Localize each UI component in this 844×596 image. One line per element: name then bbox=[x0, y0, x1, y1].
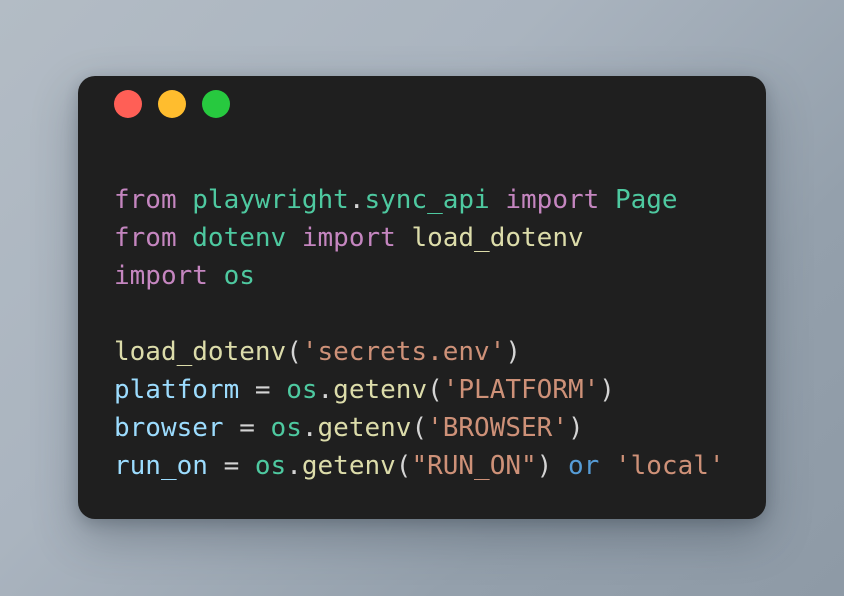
code-token: os bbox=[286, 375, 318, 405]
code-token: import bbox=[301, 223, 396, 253]
window-titlebar bbox=[78, 76, 230, 132]
code-token: browser bbox=[114, 413, 224, 443]
code-token: "RUN_ON" bbox=[411, 451, 537, 481]
code-token: Page bbox=[614, 185, 678, 215]
code-line: platform = os.getenv('PLATFORM') bbox=[114, 371, 756, 409]
code-token: load_dotenv bbox=[114, 337, 287, 367]
code-token: import bbox=[114, 261, 208, 291]
code-token: or bbox=[567, 451, 600, 481]
code-token: . bbox=[301, 413, 318, 443]
code-token: 'secrets.env' bbox=[301, 337, 506, 367]
code-token: platform bbox=[114, 375, 240, 405]
code-token: = bbox=[239, 413, 255, 443]
code-token: ( bbox=[427, 375, 443, 405]
code-token: dotenv bbox=[192, 223, 287, 253]
code-token: run_on bbox=[114, 451, 208, 481]
code-token: 'BROWSER' bbox=[427, 413, 568, 443]
code-token: getenv bbox=[317, 413, 412, 443]
code-snippet-card: from playwright.sync_api import Page from… bbox=[78, 76, 766, 519]
code-token: ) bbox=[536, 451, 553, 481]
code-token: = bbox=[223, 451, 240, 481]
code-token: . bbox=[348, 185, 365, 215]
code-token: ( bbox=[411, 413, 428, 443]
code-line: from playwright.sync_api import Page bbox=[114, 181, 756, 219]
code-token: ) bbox=[505, 337, 521, 367]
code-token: ( bbox=[286, 337, 302, 367]
code-token: os bbox=[254, 451, 287, 481]
code-line: import os bbox=[114, 257, 756, 295]
code-token: . bbox=[286, 451, 302, 481]
code-token: . bbox=[317, 375, 334, 405]
code-token: = bbox=[254, 375, 271, 405]
code-line: browser = os.getenv('BROWSER') bbox=[114, 409, 756, 447]
code-token: getenv bbox=[301, 451, 396, 481]
minimize-window-dot[interactable] bbox=[158, 90, 186, 118]
code-line: from dotenv import load_dotenv bbox=[114, 219, 756, 257]
code-token: from bbox=[114, 185, 177, 215]
code-token: getenv bbox=[333, 375, 428, 405]
code-token: ) bbox=[567, 413, 584, 443]
code-token: from bbox=[114, 223, 177, 253]
code-token: ( bbox=[395, 451, 412, 481]
code-token: ) bbox=[599, 375, 615, 405]
code-token: load_dotenv bbox=[411, 223, 584, 253]
code-line: load_dotenv('secrets.env') bbox=[114, 333, 756, 371]
code-line: run_on = os.getenv("RUN_ON") or 'local' bbox=[114, 447, 756, 485]
close-window-dot[interactable] bbox=[114, 90, 142, 118]
code-token: os bbox=[223, 261, 255, 291]
code-token: 'local' bbox=[614, 451, 725, 481]
code-token: os bbox=[270, 413, 302, 443]
maximize-window-dot[interactable] bbox=[202, 90, 230, 118]
code-token: sync_api bbox=[364, 185, 490, 215]
code-block: from playwright.sync_api import Page from… bbox=[114, 181, 756, 485]
code-token: 'PLATFORM' bbox=[442, 375, 600, 405]
code-token: playwright bbox=[192, 185, 349, 215]
screenshot-backdrop: from playwright.sync_api import Page from… bbox=[0, 0, 844, 596]
code-token: import bbox=[505, 185, 600, 215]
